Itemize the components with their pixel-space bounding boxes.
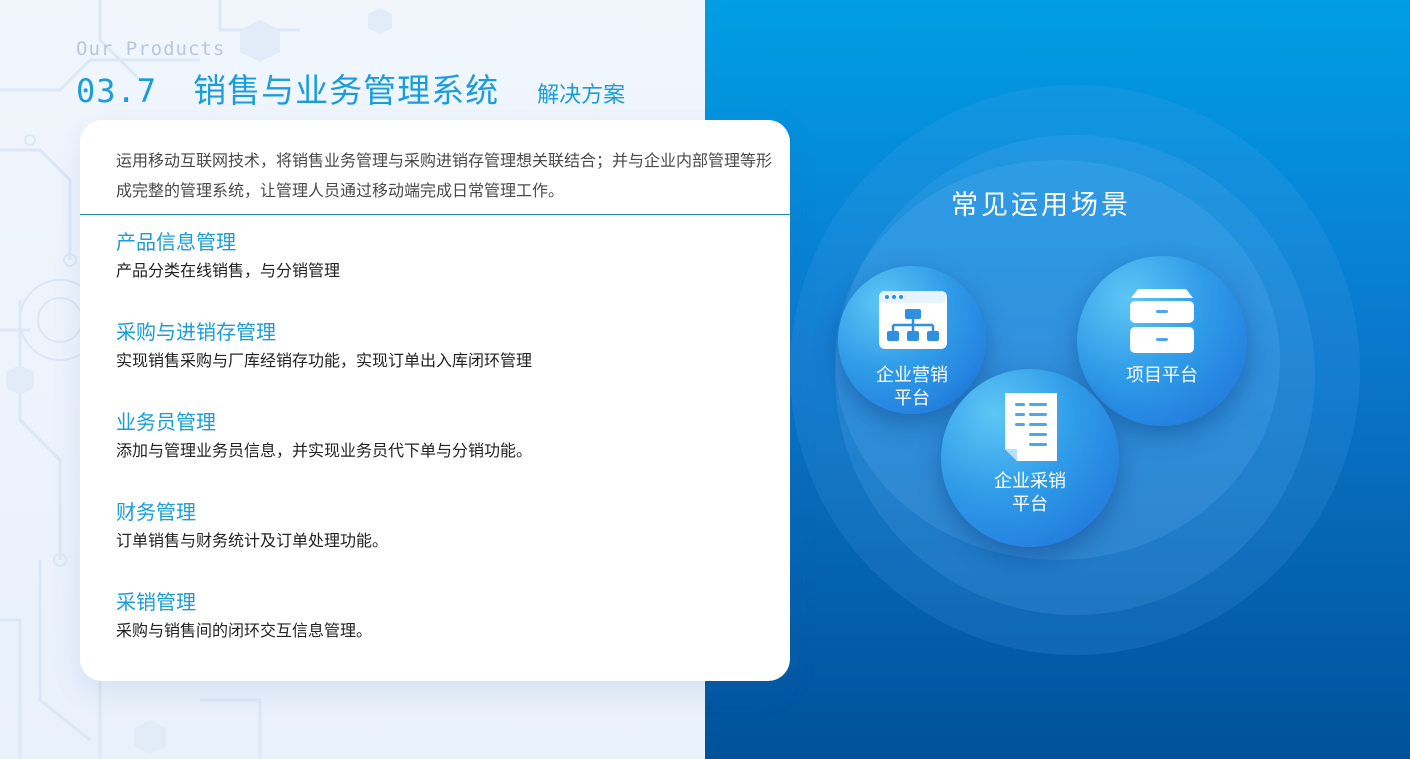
title-subtitle: 解决方案 xyxy=(537,83,626,108)
feature-item-procurement: 采购与进销存管理 实现销售采购与厂库经销存功能，实现订单出入库闭环管理 xyxy=(116,318,532,374)
scenario-label-line1: 企业采销 xyxy=(994,471,1066,492)
feature-desc: 订单销售与财务统计及订单处理功能。 xyxy=(116,531,389,550)
scenario-label-line1: 项目平台 xyxy=(1126,365,1198,386)
feature-item-product-info: 产品信息管理 产品分类在线销售，与分销管理 xyxy=(116,228,340,284)
feature-desc: 产品分类在线销售，与分销管理 xyxy=(116,261,341,280)
title-main: 销售与业务管理系统 xyxy=(193,71,500,110)
scenario-marketing-platform: 企业营销 平台 xyxy=(838,266,986,414)
feature-item-finance: 财务管理 订单销售与财务统计及订单处理功能。 xyxy=(116,498,388,554)
feature-desc: 采购与销售间的闭环交互信息管理。 xyxy=(116,621,373,640)
section-eyebrow: Our Products xyxy=(76,38,226,60)
feature-desc: 添加与管理业务员信息，并实现业务员代下单与分销功能。 xyxy=(116,441,533,460)
scenarios-title: 常见运用场景 xyxy=(951,190,1131,221)
feature-item-purchase-sales: 采销管理 采购与销售间的闭环交互信息管理。 xyxy=(116,588,372,644)
document-icon xyxy=(1005,393,1057,461)
feature-title: 产品信息管理 xyxy=(116,230,236,254)
cabinet-icon xyxy=(1130,289,1194,353)
scenario-label: 项目平台 xyxy=(1077,364,1247,387)
scenario-label-line2: 平台 xyxy=(1012,494,1048,515)
feature-item-salesman: 业务员管理 添加与管理业务员信息，并实现业务员代下单与分销功能。 xyxy=(116,408,532,464)
intro-text: 运用移动互联网技术，将销售业务管理与采购进销存管理想关联结合；并与企业内部管理等… xyxy=(116,151,773,200)
scenario-label: 企业采销 平台 xyxy=(941,470,1119,516)
section-number: 03.7 xyxy=(76,72,158,110)
org-chart-icon xyxy=(879,291,947,349)
feature-desc: 实现销售采购与厂库经销存功能，实现订单出入库闭环管理 xyxy=(116,351,533,370)
feature-title: 采销管理 xyxy=(116,590,196,614)
page-title: 03.7 销售与业务管理系统 解决方案 xyxy=(76,64,625,112)
card-divider xyxy=(80,214,791,215)
feature-title: 财务管理 xyxy=(116,500,196,524)
scenario-project-platform: 项目平台 xyxy=(1077,256,1247,426)
feature-title: 业务员管理 xyxy=(116,410,216,434)
scenario-label-line1: 企业营销 xyxy=(876,365,948,386)
scenario-procurement-platform: 企业采销 平台 xyxy=(941,369,1119,547)
info-card: 运用移动互联网技术，将销售业务管理与采购进销存管理想关联结合；并与企业内部管理等… xyxy=(80,120,791,681)
feature-title: 采购与进销存管理 xyxy=(116,320,276,344)
